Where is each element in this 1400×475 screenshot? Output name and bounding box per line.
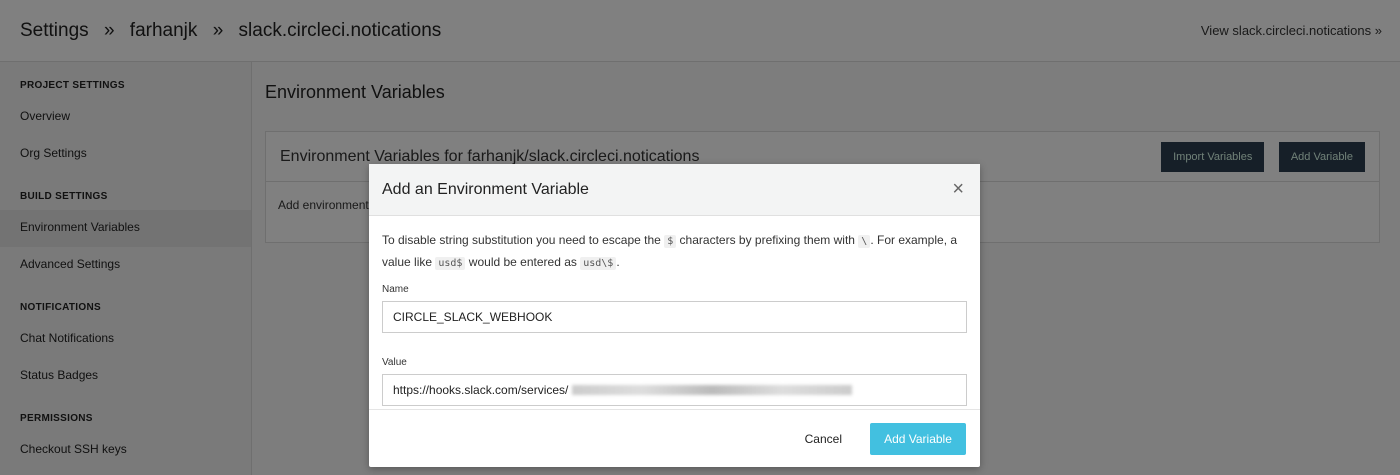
- submit-add-variable-button[interactable]: Add Variable: [870, 422, 966, 455]
- page-title: Environment Variables: [265, 82, 445, 102]
- sidebar-section-title: PROJECT SETTINGS: [20, 80, 125, 91]
- panel-title: Environment Variables for farhanjk/slack…: [280, 147, 700, 165]
- add-variable-button[interactable]: Add Variable: [1278, 141, 1365, 172]
- modal-title: Add an Environment Variable: [382, 180, 589, 198]
- breadcrumb: Settings » farhanjk » slack.circleci.not…: [20, 20, 451, 42]
- value-input-value: https://hooks.slack.com/services/: [393, 383, 569, 397]
- modal-body: To disable string substitution you need …: [369, 216, 980, 406]
- breadcrumb-separator: »: [103, 19, 115, 41]
- breadcrumb-separator: »: [212, 19, 224, 41]
- code-snippet: $: [664, 235, 677, 248]
- sidebar-section-title: BUILD SETTINGS: [20, 191, 108, 202]
- breadcrumb-org[interactable]: farhanjk: [130, 20, 198, 41]
- sidebar-item-chat-notifications[interactable]: Chat Notifications: [0, 321, 251, 358]
- value-input[interactable]: https://hooks.slack.com/services/: [382, 374, 967, 406]
- header: Settings » farhanjk » slack.circleci.not…: [0, 0, 1400, 62]
- sidebar-item-environment-variables[interactable]: Environment Variables: [0, 210, 251, 247]
- desc-text: characters by prefixing them with: [676, 233, 859, 247]
- cancel-button[interactable]: Cancel: [805, 432, 842, 446]
- import-variables-button[interactable]: Import Variables: [1161, 141, 1265, 172]
- modal-description: To disable string substitution you need …: [382, 230, 967, 274]
- sidebar-item-advanced-settings[interactable]: Advanced Settings: [0, 247, 251, 284]
- modal-footer: Cancel Add Variable: [369, 409, 980, 467]
- name-label: Name: [382, 284, 409, 295]
- sidebar-item-overview[interactable]: Overview: [0, 99, 251, 136]
- code-snippet: usd$: [435, 257, 466, 270]
- sidebar-item-status-badges[interactable]: Status Badges: [0, 358, 251, 395]
- breadcrumb-project[interactable]: slack.circleci.notications: [239, 20, 442, 41]
- sidebar-section-title: NOTIFICATIONS: [20, 302, 101, 313]
- sidebar-section-title: PERMISSIONS: [20, 413, 93, 424]
- desc-text: would be entered as: [465, 255, 581, 269]
- sidebar-item-checkout-ssh-keys[interactable]: Checkout SSH keys: [0, 432, 251, 469]
- sidebar-item-org-settings[interactable]: Org Settings: [0, 136, 251, 173]
- name-input[interactable]: CIRCLE_SLACK_WEBHOOK: [382, 301, 967, 333]
- add-env-var-modal: Add an Environment Variable × To disable…: [369, 164, 980, 467]
- name-input-value: CIRCLE_SLACK_WEBHOOK: [393, 310, 553, 324]
- desc-text: .: [616, 255, 620, 269]
- code-snippet: \: [858, 235, 871, 248]
- sidebar: PROJECT SETTINGS Overview Org Settings B…: [0, 62, 252, 475]
- value-label: Value: [382, 357, 407, 368]
- code-snippet: usd\$: [580, 257, 617, 270]
- view-project-link[interactable]: View slack.circleci.notications »: [1201, 23, 1382, 38]
- close-icon[interactable]: ×: [952, 178, 964, 201]
- modal-header: Add an Environment Variable ×: [369, 164, 980, 216]
- redacted-blur: [572, 385, 853, 395]
- breadcrumb-settings[interactable]: Settings: [20, 20, 89, 41]
- desc-text: To disable string substitution you need …: [382, 233, 665, 247]
